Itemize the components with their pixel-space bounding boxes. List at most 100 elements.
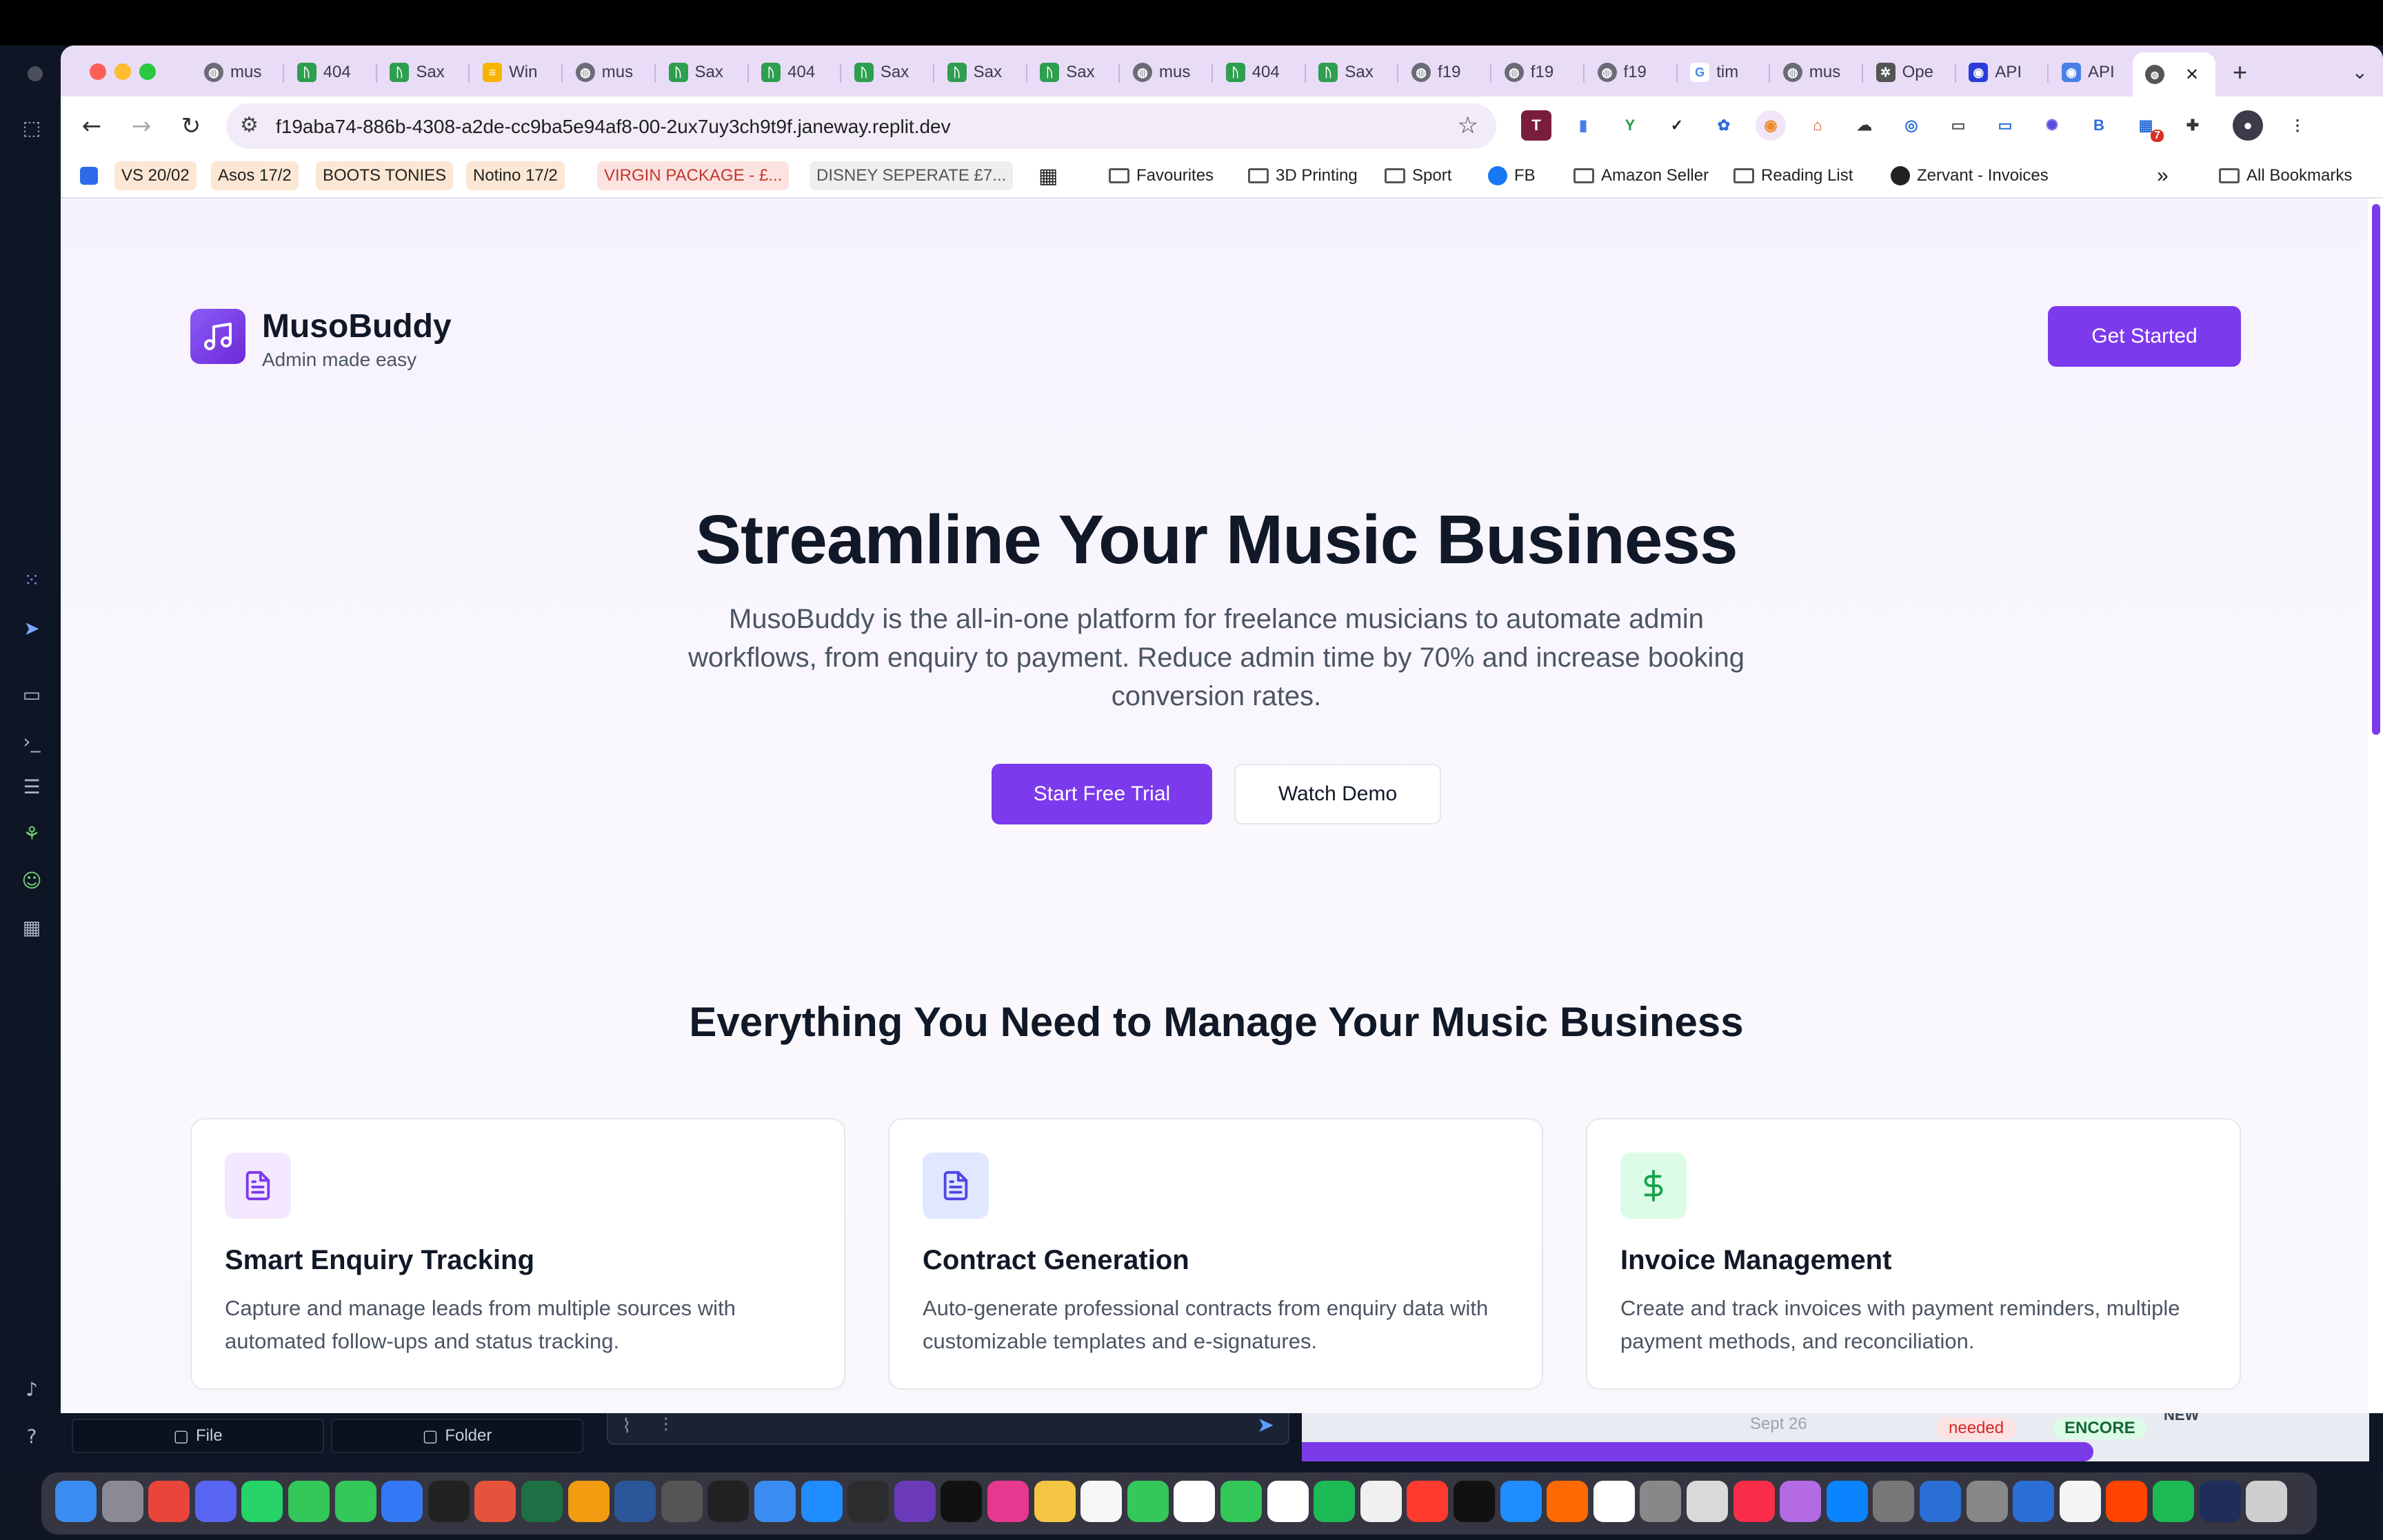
extension-grid-icon[interactable]: ▦ 7 xyxy=(2131,110,2164,142)
dock-app-icon[interactable] xyxy=(1314,1481,1356,1522)
dock-app-icon[interactable] xyxy=(1733,1481,1775,1522)
dock-app-icon[interactable] xyxy=(754,1481,796,1522)
all-bookmarks-folder[interactable]: All Bookmarks xyxy=(2212,161,2359,190)
bookmark-folder[interactable]: 3D Printing xyxy=(1241,161,1365,190)
browser-tab[interactable]: ◍ f19 xyxy=(1492,55,1585,90)
dock-app-icon[interactable] xyxy=(2059,1481,2101,1522)
dock-app-icon[interactable] xyxy=(241,1481,283,1522)
dock-app-icon[interactable] xyxy=(381,1481,423,1522)
attach-icon[interactable]: ⌇ xyxy=(622,1415,632,1437)
database-icon[interactable]: ☰ xyxy=(18,773,46,801)
dock-app-icon[interactable] xyxy=(941,1481,983,1522)
send-icon[interactable]: ➤ xyxy=(1257,1413,1274,1437)
dock-app-icon[interactable] xyxy=(2246,1481,2288,1522)
forward-button[interactable]: → xyxy=(124,109,159,143)
dock-app-icon[interactable] xyxy=(1407,1481,1449,1522)
extension-cloud-icon[interactable]: ☁ xyxy=(1849,110,1880,141)
extension-wallet-icon[interactable]: ▭ xyxy=(1990,110,2020,141)
extension-check-icon[interactable]: ✓ xyxy=(1662,110,1692,141)
dock-app-icon[interactable] xyxy=(2106,1481,2148,1522)
dock-app-icon[interactable] xyxy=(148,1481,190,1522)
dock-app-icon[interactable] xyxy=(1687,1481,1728,1522)
scrollbar-thumb[interactable] xyxy=(2372,204,2380,735)
browser-tab[interactable]: ◉ API xyxy=(1956,55,2049,90)
browser-tab[interactable]: ᚢ Sax xyxy=(842,55,934,90)
browser-tab[interactable]: ✲ Ope xyxy=(1864,55,1956,90)
get-started-button[interactable]: Get Started xyxy=(2048,306,2241,367)
tab-active[interactable]: ◍ ✕ xyxy=(2133,52,2215,97)
browser-tab[interactable]: ◍ mus xyxy=(1771,55,1863,90)
bookmark-item[interactable]: DISNEY SEPERATE £7... xyxy=(810,161,1014,190)
dock-app-icon[interactable] xyxy=(1920,1481,1961,1522)
bookmark-item[interactable]: BOOTS TONIES xyxy=(316,161,454,190)
browser-tab[interactable]: ◍ mus xyxy=(192,55,284,90)
dock-app-icon[interactable] xyxy=(1360,1481,1402,1522)
bookmark-item[interactable]: VIRGIN PACKAGE - £... xyxy=(597,161,790,190)
dock-app-icon[interactable] xyxy=(428,1481,470,1522)
dock-app-icon[interactable] xyxy=(1826,1481,1868,1522)
maximize-window-button[interactable] xyxy=(139,63,156,80)
preview-icon[interactable]: ▭ xyxy=(18,681,46,709)
dock-app-icon[interactable] xyxy=(1500,1481,1542,1522)
dock-app-icon[interactable] xyxy=(567,1481,610,1522)
dock-app-icon[interactable] xyxy=(987,1481,1029,1522)
dock-app-icon[interactable] xyxy=(1034,1481,1076,1522)
extension-folder-icon[interactable]: ▭ xyxy=(1943,110,1973,141)
url-text[interactable]: f19aba74-886b-4308-a2de-cc9ba5e94af8-00-… xyxy=(276,116,951,138)
watch-demo-button[interactable]: Watch Demo xyxy=(1234,764,1441,824)
cursor-select-icon[interactable]: ⬚ xyxy=(18,114,46,142)
brand-name[interactable]: MusoBuddy xyxy=(262,307,452,345)
extensions-puzzle-icon[interactable]: ✚ xyxy=(2178,110,2208,141)
dock-app-icon[interactable] xyxy=(614,1481,656,1522)
window-control-icon[interactable] xyxy=(28,66,43,81)
dock-app-icon[interactable] xyxy=(1174,1481,1216,1522)
profile-avatar[interactable]: ● xyxy=(2233,110,2263,141)
dock-app-icon[interactable] xyxy=(1547,1481,1589,1522)
bookmark-folder[interactable]: FB xyxy=(1481,161,1542,190)
music-note-icon[interactable] xyxy=(190,309,245,364)
bookmark-folder[interactable]: Zervant - Invoices xyxy=(1884,161,2055,190)
dock-app-icon[interactable] xyxy=(1267,1481,1309,1522)
extension-flower-icon[interactable]: ✿ xyxy=(1709,110,1739,141)
deploy-icon[interactable]: ⚘ xyxy=(18,820,46,848)
settings-sliders-icon[interactable]: ⫶ xyxy=(663,1415,668,1437)
bookmark-star-icon[interactable]: ☆ xyxy=(1458,112,1478,139)
browser-tab[interactable]: ᚢ 404 xyxy=(285,55,377,90)
extension-t-icon[interactable]: T xyxy=(1521,110,1551,141)
back-button[interactable]: ← xyxy=(74,109,109,143)
bookmark-folder[interactable]: Sport xyxy=(1378,161,1458,190)
browser-tab[interactable]: ◍ f19 xyxy=(1399,55,1492,90)
browser-tab[interactable]: ◍ mus xyxy=(1120,55,1213,90)
dock-app-icon[interactable] xyxy=(474,1481,516,1522)
extension-orange-icon[interactable]: ◉ xyxy=(1756,110,1786,141)
bookmark-item[interactable]: Asos 17/2 xyxy=(211,161,299,190)
folder-tab[interactable]: ▢ Folder xyxy=(331,1419,583,1453)
bookmark-item[interactable]: VS 20/02 xyxy=(114,161,197,190)
dock-app-icon[interactable] xyxy=(1640,1481,1682,1522)
user-icon[interactable]: ☺ xyxy=(18,867,46,895)
address-bar[interactable]: ⚙ f19aba74-886b-4308-a2de-cc9ba5e94af8-0… xyxy=(226,103,1496,149)
browser-tab[interactable]: Gtim xyxy=(1678,55,1771,90)
dock-app-icon[interactable] xyxy=(661,1481,703,1522)
reload-button[interactable]: ↻ xyxy=(174,109,208,143)
dock-app-icon[interactable] xyxy=(1593,1481,1635,1522)
close-window-button[interactable] xyxy=(90,63,106,80)
dock-app-icon[interactable] xyxy=(1966,1481,2008,1522)
dock-app-icon[interactable] xyxy=(334,1481,376,1522)
dock-app-icon[interactable] xyxy=(194,1481,237,1522)
browser-tab[interactable]: ◍ f19 xyxy=(1585,55,1678,90)
extension-leaf-icon[interactable]: Y xyxy=(1615,110,1645,141)
dock-app-icon[interactable] xyxy=(1873,1481,1915,1522)
dock-app-icon[interactable] xyxy=(707,1481,750,1522)
bell-icon[interactable]: ♪ xyxy=(18,1376,46,1404)
browser-tab[interactable]: ᚢ Sax xyxy=(377,55,470,90)
bookmark-item[interactable]: Notino 17/2 xyxy=(466,161,565,190)
browser-tab[interactable]: ᚢ 404 xyxy=(1214,55,1306,90)
chevron-down-icon[interactable]: ⌄ xyxy=(2352,61,2368,83)
dock-app-icon[interactable] xyxy=(101,1481,143,1522)
console-icon[interactable]: ›_ xyxy=(18,728,46,756)
dock-app-icon[interactable] xyxy=(2153,1481,2194,1522)
apps-grid-icon[interactable]: ▦ xyxy=(1032,161,1065,190)
extension-home-icon[interactable]: ⌂ xyxy=(1802,110,1833,141)
browser-tab[interactable]: ≡ Win xyxy=(470,55,563,90)
